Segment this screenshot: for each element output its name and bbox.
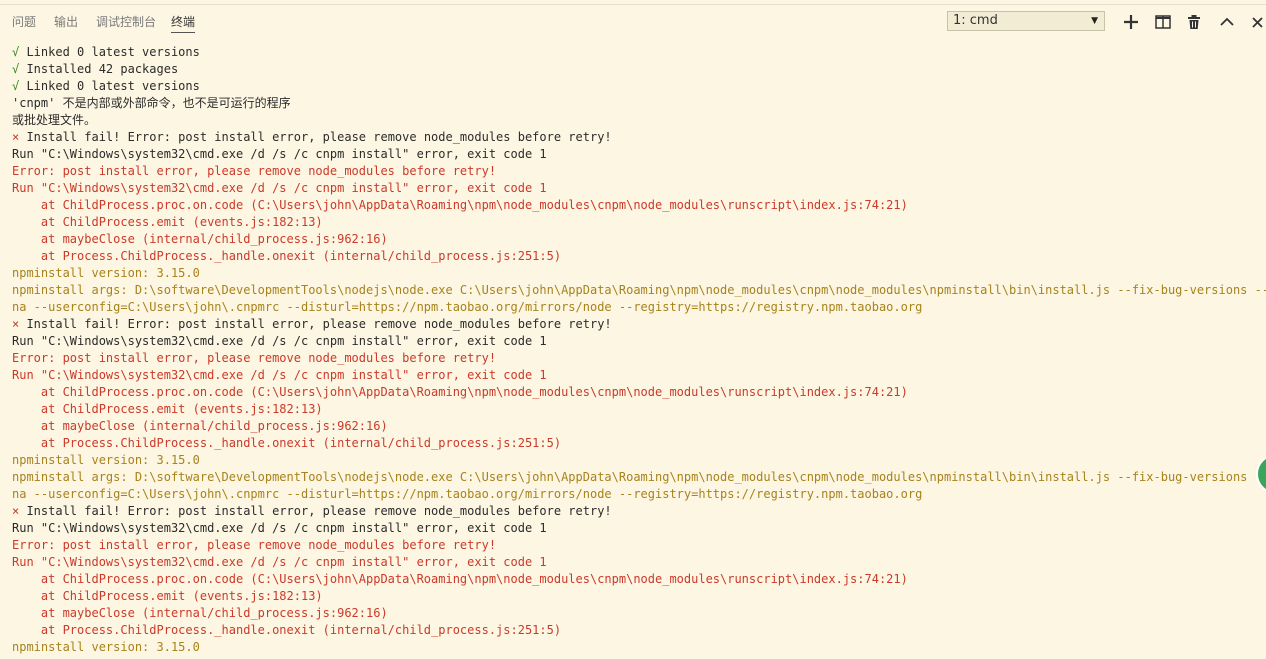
new-terminal-button[interactable] <box>1122 13 1140 31</box>
terminal-line: npminstall args: D:\software\Development… <box>12 283 1266 297</box>
terminal-select[interactable]: 1: cmd ▼ <box>947 11 1105 31</box>
terminal-select-value: 1: cmd <box>953 13 998 28</box>
terminal-line: at Process.ChildProcess._handle.onexit (… <box>12 623 562 637</box>
terminal-line: Error: post install error, please remove… <box>12 538 497 552</box>
terminal-line: Run "C:\Windows\system32\cmd.exe /d /s /… <box>12 368 547 382</box>
terminal-output[interactable]: √ Linked 0 latest versions √ Installed 42… <box>12 44 1266 656</box>
tab-output[interactable]: 输出 <box>54 14 78 32</box>
terminal-line-text: Linked 0 latest versions <box>19 45 200 59</box>
terminal-line: at Process.ChildProcess._handle.onexit (… <box>12 249 562 263</box>
split-icon <box>1154 13 1172 31</box>
close-icon <box>1250 13 1266 31</box>
tab-terminal[interactable]: 终端 <box>171 14 196 33</box>
terminal-line: npminstall version: 3.15.0 <box>12 640 200 654</box>
terminal-line: Run "C:\Windows\system32\cmd.exe /d /s /… <box>12 181 547 195</box>
terminal-line: √ Linked 0 latest versions <box>12 44 1262 61</box>
terminal-line: at maybeClose (internal/child_process.js… <box>12 606 388 620</box>
plus-icon <box>1122 13 1140 31</box>
panel-tab-bar: 问题 输出 调试控制台 终端 1: cmd ▼ <box>0 5 1266 41</box>
maximize-panel-button[interactable] <box>1218 13 1236 31</box>
terminal-line: at ChildProcess.emit (events.js:182:13) <box>12 215 323 229</box>
terminal-line: at ChildProcess.proc.on.code (C:\Users\j… <box>12 385 908 399</box>
terminal-line: × Install fail! Error: post install erro… <box>12 503 1262 520</box>
terminal-line: Run "C:\Windows\system32\cmd.exe /d /s /… <box>12 334 547 348</box>
terminal-line: at ChildProcess.proc.on.code (C:\Users\j… <box>12 572 908 586</box>
terminal-line: Error: post install error, please remove… <box>12 164 497 178</box>
terminal-line: at Process.ChildProcess._handle.onexit (… <box>12 436 562 450</box>
terminal-line-text: Install fail! Error: post install error,… <box>19 504 612 518</box>
terminal-line: Run "C:\Windows\system32\cmd.exe /d /s /… <box>12 555 547 569</box>
close-panel-button[interactable] <box>1250 13 1266 31</box>
terminal-line: at ChildProcess.emit (events.js:182:13) <box>12 402 323 416</box>
chevron-up-icon <box>1218 13 1236 31</box>
kill-terminal-button[interactable] <box>1185 13 1203 31</box>
terminal-line: Run "C:\Windows\system32\cmd.exe /d /s /… <box>12 521 547 535</box>
terminal-line: npminstall args: D:\software\Development… <box>12 470 1266 484</box>
terminal-line: na --userconfig=C:\Users\john\.cnpmrc --… <box>12 487 923 501</box>
terminal-line-text: Install fail! Error: post install error,… <box>19 130 612 144</box>
terminal-line: 或批处理文件。 <box>12 113 97 127</box>
terminal-line: at maybeClose (internal/child_process.js… <box>12 419 388 433</box>
terminal-line: √ Installed 42 packages <box>12 61 1262 78</box>
trash-icon <box>1185 13 1203 31</box>
tab-problems[interactable]: 问题 <box>12 14 36 32</box>
terminal-line-text: Linked 0 latest versions <box>19 79 200 93</box>
terminal-line: npminstall version: 3.15.0 <box>12 453 200 467</box>
split-terminal-button[interactable] <box>1154 13 1172 31</box>
terminal-line: at maybeClose (internal/child_process.js… <box>12 232 388 246</box>
terminal-line: npminstall version: 3.15.0 <box>12 266 200 280</box>
terminal-line: Run "C:\Windows\system32\cmd.exe /d /s /… <box>12 147 547 161</box>
terminal-line: × Install fail! Error: post install erro… <box>12 129 1262 146</box>
terminal-line: na --userconfig=C:\Users\john\.cnpmrc --… <box>12 300 923 314</box>
terminal-line: 'cnpm' 不是内部或外部命令，也不是可运行的程序 <box>12 96 291 110</box>
terminal-line: × Install fail! Error: post install erro… <box>12 316 1262 333</box>
terminal-line-text: Installed 42 packages <box>19 62 179 76</box>
tab-debug-console[interactable]: 调试控制台 <box>96 14 156 32</box>
terminal-line: at ChildProcess.emit (events.js:182:13) <box>12 589 323 603</box>
terminal-line: at ChildProcess.proc.on.code (C:\Users\j… <box>12 198 908 212</box>
terminal-line: Error: post install error, please remove… <box>12 351 497 365</box>
select-arrow-icon: ▼ <box>1091 16 1098 26</box>
terminal-line: √ Linked 0 latest versions <box>12 78 1262 95</box>
terminal-line-text: Install fail! Error: post install error,… <box>19 317 612 331</box>
